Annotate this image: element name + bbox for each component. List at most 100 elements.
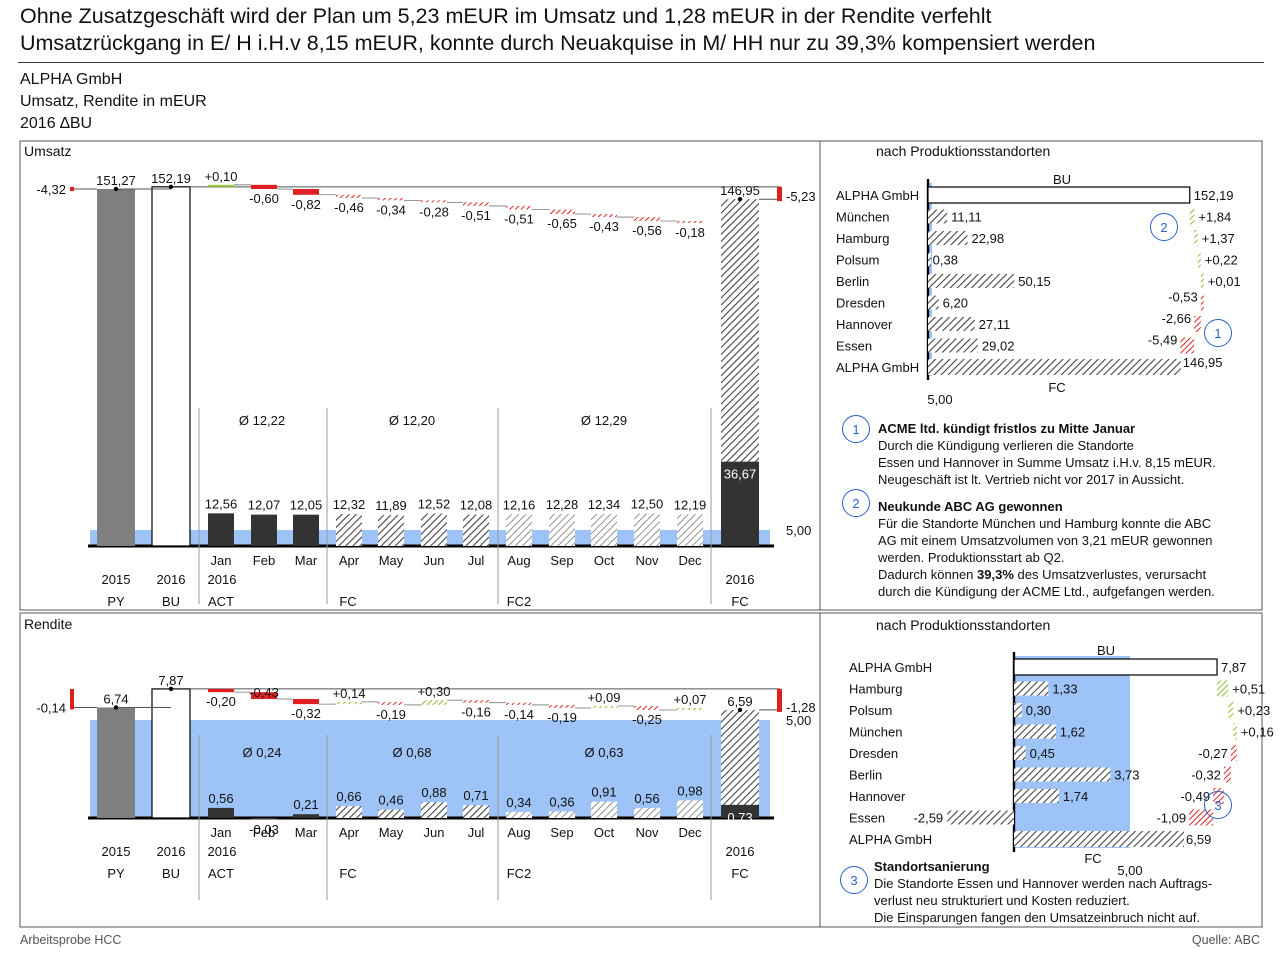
month-value-dec: 12,19 [674, 497, 707, 512]
location-delta-label-2: +1,37 [1202, 231, 1235, 246]
variance-label-dec: -0,18 [675, 225, 705, 240]
average-act: Ø 0,24 [242, 745, 281, 760]
month-bar-oct [591, 801, 617, 818]
variance-label-feb: -0,43 [249, 685, 279, 700]
location-name-0: ALPHA GmbH [849, 660, 932, 675]
variance-label-jan: -0,20 [206, 694, 236, 709]
fc-scenario-label: FC [339, 866, 356, 881]
month-bar-dec [677, 800, 703, 818]
variance-bar-aug [506, 702, 532, 705]
bu-total-bar [151, 186, 191, 547]
location-value-7: 29,02 [982, 339, 1015, 354]
location-bar-6 [928, 317, 975, 331]
bu-header: BU [1053, 172, 1071, 187]
location-bar-2 [928, 231, 968, 245]
variance-label-jun: +0,30 [418, 684, 451, 699]
variance-bar-nov [634, 705, 660, 710]
location-value-7: -2,59 [914, 811, 944, 826]
month-value-apr: 12,32 [333, 497, 366, 512]
variance-bar-nov [634, 217, 660, 221]
location-name-8: ALPHA GmbH [849, 832, 932, 847]
total-dot [113, 705, 119, 710]
umsatz-location-title: nach Produktionsstandorten [876, 143, 1051, 159]
fc2-scenario-label: FC2 [507, 594, 532, 609]
location-bar-1 [1014, 681, 1049, 696]
variance-label-dec: +0,07 [674, 692, 707, 707]
fc-delta-label: -1,28 [786, 700, 816, 715]
location-name-5: Dresden [836, 296, 885, 311]
month-label-feb: Feb [253, 553, 275, 568]
variance-bar-sep [549, 209, 575, 215]
month-bar-sep [549, 514, 575, 546]
variance-label-sep: -0,19 [547, 710, 577, 725]
location-value-5: 6,20 [943, 296, 968, 311]
fc-total-label: 6,59 [1186, 832, 1211, 847]
note-1-line-2: Essen und Hannover in Summe Umsatz i.H.v… [878, 455, 1216, 470]
variance-label-aug: -0,14 [504, 707, 534, 722]
note-1-line-1: Durch die Kündigung verlieren die Stando… [878, 438, 1134, 453]
note-2-line-4a: Dadurch können [878, 567, 978, 582]
location-value-1: 1,33 [1052, 682, 1077, 697]
month-label-aug: Aug [507, 825, 530, 840]
month-value-sep: 12,28 [546, 497, 579, 512]
month-bar-dec [677, 514, 703, 546]
variance-label-mar: -0,32 [291, 706, 321, 721]
location-delta-label-4: -0,27 [1198, 746, 1228, 761]
note-3-title: Standortsanierung [874, 859, 990, 874]
fc-actual-label: 36,67 [724, 467, 757, 482]
fc-delta-marker [777, 186, 782, 202]
location-bar-7 [928, 338, 978, 353]
py-year-label: 2015 [102, 844, 131, 859]
rendite-by-location-chart: BUFC5,00ALPHA GmbH 7,87Hamburg 1,33 +0,51Po… [849, 643, 1274, 878]
month-value-dec: 0,98 [677, 783, 702, 798]
month-label-jan: Jan [211, 825, 232, 840]
total-dot [168, 686, 174, 692]
total-dot [113, 186, 119, 192]
variance-bar-aug [506, 205, 532, 210]
reference-label: 5,00 [786, 713, 811, 728]
variance-label-nov: -0,56 [632, 223, 662, 238]
note-1: ACME ltd. kündigt fristlos zu Mitte Janu… [878, 420, 1258, 488]
location-name-5: Berlin [849, 768, 882, 783]
reference-label: 5,00 [786, 523, 811, 538]
month-bar-feb [251, 514, 277, 546]
location-delta-bar-3 [1233, 723, 1237, 740]
location-value-5: 3,73 [1114, 768, 1139, 783]
variance-label-jun: -0,28 [419, 204, 449, 219]
month-value-may: 0,46 [378, 793, 403, 808]
py-total-label: 151,27 [96, 173, 136, 188]
py-total-label: 6,74 [103, 691, 128, 706]
note-3: Standortsanierung Die Standorte Essen un… [874, 858, 1260, 926]
variance-label-nov: -0,25 [632, 712, 662, 727]
month-value-jun: 12,52 [418, 496, 451, 511]
average-fc: Ø 0,68 [392, 745, 431, 760]
location-delta-bar-1 [1189, 208, 1195, 225]
location-value-6: 27,11 [979, 317, 1011, 332]
footer-left: Arbeitsprobe HCC [20, 933, 122, 947]
month-label-nov: Nov [635, 825, 659, 840]
location-delta-label-5: -0,53 [1168, 290, 1198, 305]
month-bar-may [378, 809, 404, 818]
month-label-jan: Jan [211, 553, 232, 568]
bu-total-bar [1013, 658, 1218, 676]
month-value-may: 11,89 [375, 498, 407, 513]
fc-total-label: 6,59 [727, 694, 752, 709]
total-dot [737, 196, 743, 202]
location-delta-bar-5 [1200, 294, 1204, 311]
rendite-marker-3: 3 [1204, 791, 1232, 819]
py-delta-label: -0,14 [36, 700, 66, 715]
note-2-line-3: werden. Produktionsstart ab Q2. [878, 550, 1065, 565]
bu-scenario-label: BU [162, 866, 180, 881]
location-value-3: 0,38 [933, 253, 958, 268]
variance-label-apr: -0,46 [334, 200, 364, 215]
rendite-title: Rendite [24, 616, 73, 632]
month-label-nov: Nov [635, 553, 659, 568]
month-bar-jul [463, 514, 489, 546]
location-name-0: ALPHA GmbH [836, 188, 919, 203]
location-bar-6 [1014, 789, 1059, 803]
umsatz-by-location-chart: BU FC 5,00 ALPHA GmbH 152,19 München 11,11 +1,8… [836, 172, 1241, 407]
month-value-mar: 12,05 [290, 498, 323, 513]
month-bar-aug [506, 514, 532, 546]
location-delta-bar-5 [1223, 766, 1231, 783]
location-name-8: ALPHA GmbH [836, 360, 919, 375]
